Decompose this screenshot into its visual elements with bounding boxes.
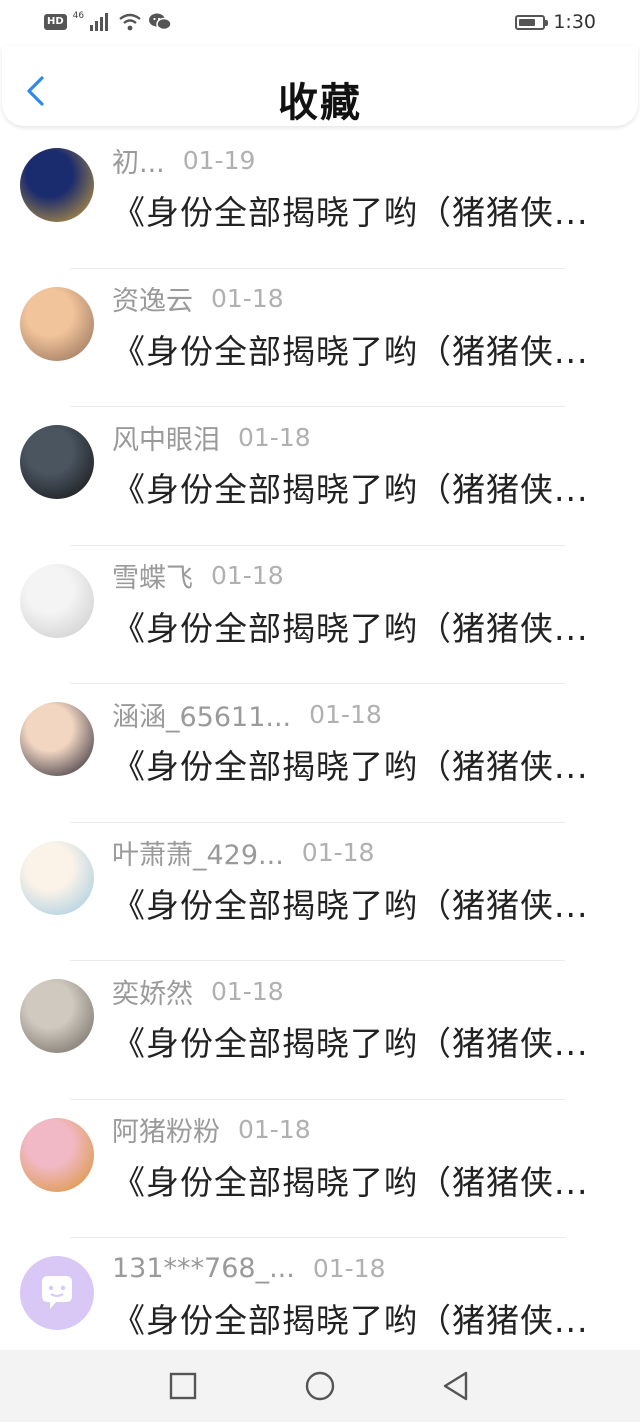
item-meta: 叶萧萧_429... 01-18 (112, 835, 374, 871)
item-content[interactable]: 《身份全部揭晓了哟（猪猪侠... (112, 463, 592, 511)
battery-icon (515, 14, 549, 30)
item-date: 01-18 (238, 422, 311, 452)
username: 资逸云 (112, 286, 193, 317)
hd-badge: HD (44, 14, 67, 30)
app-header: 收藏 (2, 46, 638, 126)
item-meta: 131***768_... 01-18 (112, 1250, 385, 1286)
avatar[interactable] (20, 1117, 94, 1192)
item-date: 01-18 (301, 838, 375, 867)
item-meta: 初... 01-19 (112, 142, 256, 179)
status-bar: HD 46 1:30 (0, 0, 640, 44)
item-content[interactable]: 《身份全部揭晓了哟（猪猪侠... (112, 325, 592, 373)
item-meta: 资逸云 01-18 (112, 281, 284, 317)
item-content[interactable]: 《身份全部揭晓了哟（猪猪侠... (112, 879, 592, 927)
username: 阿猪粉粉 (112, 1117, 220, 1148)
item-date: 01-18 (211, 976, 284, 1006)
status-right-group: 1:30 (515, 9, 596, 35)
status-time: 1:30 (553, 11, 596, 33)
avatar[interactable] (20, 1256, 94, 1330)
item-date: 01-19 (182, 145, 256, 175)
item-content[interactable]: 《身份全部揭晓了哟（猪猪侠... (112, 186, 592, 234)
favorites-list: 初... 01-19 《身份全部揭晓了哟（猪猪侠... 资逸云 01-18 《身份全部揭晓… (0, 130, 640, 1377)
avatar[interactable] (20, 563, 94, 638)
signal-icon (90, 13, 109, 31)
username: 雪蝶飞 (112, 563, 193, 594)
status-left-group: HD 46 (44, 10, 172, 34)
list-item[interactable]: 阿猪粉粉 01-18 《身份全部揭晓了哟（猪猪侠... (0, 1100, 640, 1238)
username: 叶萧萧_429... (112, 840, 284, 871)
item-content[interactable]: 《身份全部揭晓了哟（猪猪侠... (112, 1156, 592, 1204)
back-icon[interactable] (440, 1370, 472, 1402)
item-date: 01-18 (312, 1253, 386, 1283)
username: 奕娇然 (112, 978, 193, 1010)
item-content[interactable]: 《身份全部揭晓了哟（猪猪侠... (112, 740, 592, 788)
username: 涵涵_65611... (112, 701, 292, 733)
page-title: 收藏 (278, 80, 362, 126)
system-nav-bar (0, 1350, 640, 1422)
list-item[interactable]: 涵涵_65611... 01-18 《身份全部揭晓了哟（猪猪侠... (0, 684, 640, 823)
item-date: 01-18 (211, 561, 284, 590)
chat-bubble-icon (42, 1276, 72, 1309)
item-date: 01-18 (309, 699, 382, 729)
username: 初... (112, 147, 165, 179)
avatar[interactable] (20, 425, 94, 499)
wifi-icon (119, 13, 141, 31)
item-content[interactable]: 《身份全部揭晓了哟（猪猪侠... (112, 1017, 592, 1065)
avatar[interactable] (20, 148, 94, 222)
item-date: 01-18 (211, 284, 284, 313)
username: 131***768_... (112, 1252, 295, 1284)
item-meta: 阿猪粉粉 01-18 (112, 1112, 311, 1148)
item-content[interactable]: 《身份全部揭晓了哟（猪猪侠... (112, 1294, 592, 1342)
item-content[interactable]: 《身份全部揭晓了哟（猪猪侠... (112, 602, 592, 650)
avatar[interactable] (20, 286, 94, 361)
wechat-icon (149, 13, 172, 31)
avatar[interactable] (20, 979, 94, 1053)
item-meta: 涵涵_65611... 01-18 (112, 696, 382, 733)
list-item[interactable]: 雪蝶飞 01-18 《身份全部揭晓了哟（猪猪侠... (0, 546, 640, 684)
list-item[interactable]: 资逸云 01-18 《身份全部揭晓了哟（猪猪侠... (0, 269, 640, 407)
list-item[interactable]: 叶萧萧_429... 01-18 《身份全部揭晓了哟（猪猪侠... (0, 823, 640, 961)
network-type: 46 (72, 11, 85, 21)
item-meta: 雪蝶飞 01-18 (112, 558, 284, 594)
item-meta: 风中眼泪 01-18 (112, 419, 311, 456)
home-icon[interactable] (304, 1370, 336, 1402)
avatar[interactable] (20, 840, 94, 915)
username: 风中眼泪 (112, 424, 220, 456)
item-meta: 奕娇然 01-18 (112, 973, 284, 1010)
list-item[interactable]: 风中眼泪 01-18 《身份全部揭晓了哟（猪猪侠... (0, 407, 640, 546)
recent-apps-icon[interactable] (167, 1370, 199, 1402)
avatar[interactable] (20, 702, 94, 776)
list-item[interactable]: 初... 01-19 《身份全部揭晓了哟（猪猪侠... (0, 130, 640, 269)
item-date: 01-18 (238, 1115, 311, 1144)
list-item[interactable]: 奕娇然 01-18 《身份全部揭晓了哟（猪猪侠... (0, 961, 640, 1100)
